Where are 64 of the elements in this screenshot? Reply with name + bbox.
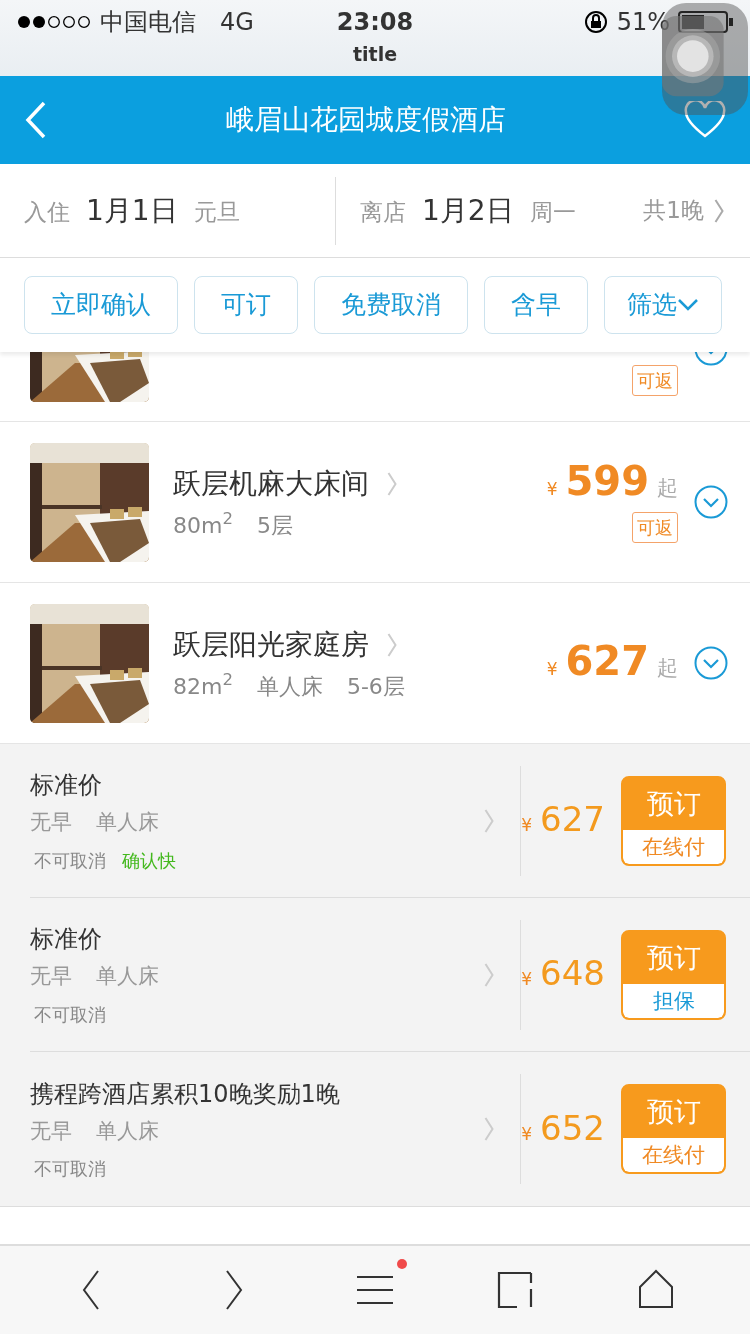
cashback-badge: 可返 bbox=[632, 365, 678, 396]
rate-price: 627 bbox=[540, 802, 605, 837]
room-name[interactable]: 跃层机麻大床间 bbox=[173, 462, 369, 505]
rate-name[interactable]: 携程跨酒店累积10晚奖励1晚 bbox=[30, 1075, 483, 1112]
book-button[interactable]: 预订 在线付 bbox=[621, 775, 726, 866]
hotel-name: 峨眉山花园城度假酒店 bbox=[225, 102, 507, 138]
room-spec: 80m$^{2}$ bbox=[173, 508, 233, 540]
currency-sign: ¥ bbox=[546, 477, 558, 501]
cancel-policy: 不可取消 bbox=[34, 848, 106, 873]
book-button[interactable]: 预订 担保 bbox=[621, 929, 726, 1020]
room-price: 627 bbox=[565, 641, 649, 682]
room-spec: 单人床 bbox=[256, 672, 323, 701]
room-spec: 5层 bbox=[256, 511, 293, 540]
expand-icon[interactable] bbox=[694, 485, 728, 519]
holiday-label: 元旦 bbox=[193, 197, 240, 227]
filter-chip[interactable]: 免费取消 bbox=[314, 276, 468, 334]
checkin-date[interactable]: 1月1日 bbox=[86, 189, 178, 232]
carrier-name: 中国电信 bbox=[100, 7, 196, 38]
filter-chip[interactable]: 立即确认 bbox=[24, 276, 178, 334]
rate-tag: 无早 bbox=[30, 961, 72, 993]
rate-tag: 单人床 bbox=[96, 961, 159, 993]
book-button[interactable]: 预订 在线付 bbox=[621, 1084, 726, 1174]
room-price: 599 bbox=[565, 460, 649, 501]
checkout-date[interactable]: 1月2日 bbox=[422, 189, 514, 232]
filter-dropdown[interactable]: 筛选 bbox=[604, 276, 722, 334]
room-name[interactable]: 跃层阳光家庭房 bbox=[173, 623, 369, 666]
heart-icon[interactable] bbox=[684, 101, 726, 139]
cancel-policy: 不可取消 bbox=[34, 1157, 106, 1182]
rate-tag: 无早 bbox=[30, 1115, 72, 1148]
rate-name[interactable]: 标准价 bbox=[30, 767, 483, 804]
rate-price: 652 bbox=[540, 1110, 605, 1145]
confirm-tag: 确认快 bbox=[122, 846, 176, 874]
expand-icon[interactable] bbox=[694, 646, 728, 680]
price-suffix: 起 bbox=[657, 655, 678, 683]
clock: 23:08 bbox=[336, 7, 414, 38]
rate-price: 648 bbox=[540, 956, 605, 991]
caret-icon bbox=[677, 298, 699, 312]
filter-chip[interactable]: 可订 bbox=[194, 276, 298, 334]
network-type: 4G bbox=[220, 7, 254, 38]
filter-chip[interactable]: 含早 bbox=[484, 276, 588, 334]
chevron-right-icon bbox=[385, 470, 399, 497]
price-suffix: 起 bbox=[657, 474, 678, 502]
rate-tag: 单人床 bbox=[96, 1115, 159, 1148]
battery-percent: 51% bbox=[616, 7, 670, 38]
cashback-badge: 可返 bbox=[632, 512, 678, 544]
page-title: title bbox=[351, 44, 399, 64]
rate-name[interactable]: 标准价 bbox=[30, 921, 483, 958]
rate-tag: 单人床 bbox=[96, 807, 159, 839]
rotation-lock-icon bbox=[582, 9, 609, 35]
checkin-label: 入住 bbox=[24, 197, 70, 227]
room-spec: 5-6层 bbox=[346, 672, 405, 701]
checkout-label: 离店 bbox=[360, 197, 406, 227]
battery-icon bbox=[678, 10, 734, 34]
cancel-policy: 不可取消 bbox=[34, 1002, 106, 1027]
currency-sign: ¥ bbox=[546, 658, 558, 682]
nights-count: 共1晚 bbox=[643, 196, 704, 226]
currency-sign: ¥ bbox=[521, 814, 533, 838]
chevron-right-icon bbox=[712, 197, 726, 224]
chevron-right-icon bbox=[385, 631, 399, 658]
currency-sign: ¥ bbox=[521, 968, 533, 992]
weekday-label: 周一 bbox=[529, 197, 576, 227]
currency-sign: ¥ bbox=[521, 1122, 533, 1146]
room-spec: 82m$^{2}$ bbox=[173, 669, 233, 701]
rate-tag: 无早 bbox=[30, 807, 72, 839]
